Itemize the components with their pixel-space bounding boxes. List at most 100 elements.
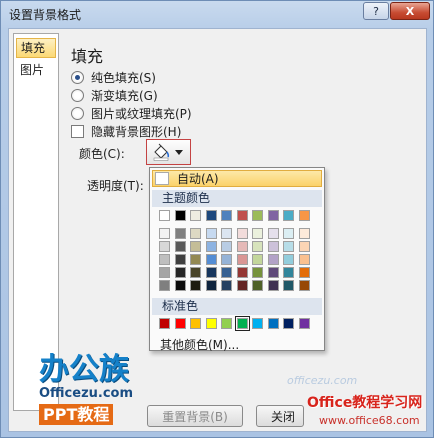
chevron-down-icon: [175, 149, 183, 155]
theme-shade-swatch[interactable]: [205, 254, 217, 265]
theme-shade-swatch[interactable]: [252, 228, 263, 239]
theme-shade-swatch[interactable]: [267, 254, 279, 265]
fill-color-dropdown-button[interactable]: [146, 139, 191, 165]
theme-color-swatch[interactable]: [252, 210, 263, 221]
theme-shade-swatch[interactable]: [205, 241, 217, 252]
standard-color-swatch[interactable]: [252, 318, 263, 329]
theme-shade-swatch[interactable]: [174, 254, 186, 265]
theme-color-swatch[interactable]: [174, 210, 186, 221]
theme-color-swatch[interactable]: [205, 210, 217, 221]
theme-shade-swatch[interactable]: [252, 254, 263, 265]
theme-shade-swatch[interactable]: [267, 228, 279, 239]
theme-shade-swatch[interactable]: [283, 228, 294, 239]
theme-shade-swatch[interactable]: [267, 280, 279, 291]
standard-color-swatch[interactable]: [190, 318, 201, 329]
theme-shade-swatch[interactable]: [283, 254, 294, 265]
automatic-color-swatch: [155, 172, 169, 185]
theme-shade-swatch[interactable]: [221, 254, 232, 265]
theme-shade-swatch[interactable]: [267, 267, 279, 278]
theme-shade-swatch[interactable]: [174, 228, 186, 239]
theme-shade-swatch[interactable]: [159, 241, 170, 252]
theme-shade-swatch[interactable]: [252, 280, 263, 291]
theme-shade-swatch[interactable]: [190, 267, 201, 278]
theme-shade-swatch[interactable]: [205, 228, 217, 239]
theme-shade-swatch[interactable]: [159, 280, 170, 291]
theme-shade-swatch[interactable]: [221, 241, 232, 252]
theme-shade-swatch[interactable]: [298, 228, 310, 239]
logo-main-text: 办公族: [39, 352, 129, 387]
theme-shade-swatch[interactable]: [298, 267, 310, 278]
standard-color-swatch[interactable]: [221, 318, 232, 329]
gradient-fill-option[interactable]: 渐变填充(G): [71, 87, 158, 103]
checkbox-hide-background-graphics[interactable]: [71, 124, 84, 138]
theme-shade-swatch[interactable]: [221, 267, 232, 278]
theme-shade-swatch[interactable]: [174, 241, 186, 252]
theme-shade-swatch[interactable]: [174, 280, 186, 291]
nav-item-fill[interactable]: 填充: [16, 38, 56, 58]
standard-color-swatch[interactable]: [159, 318, 170, 329]
reset-background-button[interactable]: 重置背景(B): [147, 405, 243, 427]
theme-shade-swatch[interactable]: [236, 280, 248, 291]
watermark-office68: officezu.com Office教程学习网 www.office68.co…: [287, 374, 434, 439]
theme-shade-swatch[interactable]: [283, 241, 294, 252]
theme-color-swatch[interactable]: [236, 210, 248, 221]
watermark-brand-text: Office教程学习网: [307, 395, 423, 411]
theme-shade-swatch[interactable]: [298, 254, 310, 265]
theme-shade-swatch[interactable]: [205, 280, 217, 291]
radio-picture-texture-fill[interactable]: [71, 106, 84, 120]
theme-shade-swatch[interactable]: [190, 241, 201, 252]
theme-shade-swatch[interactable]: [221, 280, 232, 291]
theme-color-swatch[interactable]: [283, 210, 294, 221]
color-label: 颜色(C):: [79, 147, 125, 161]
theme-shade-swatch[interactable]: [267, 241, 279, 252]
standard-color-swatch[interactable]: [174, 318, 186, 329]
radio-solid-fill[interactable]: [71, 70, 84, 84]
theme-shade-swatch[interactable]: [283, 280, 294, 291]
theme-shade-swatch[interactable]: [174, 267, 186, 278]
theme-shade-swatch[interactable]: [252, 241, 263, 252]
theme-color-swatch[interactable]: [267, 210, 279, 221]
theme-color-swatch[interactable]: [221, 210, 232, 221]
theme-shade-swatch[interactable]: [190, 228, 201, 239]
theme-color-swatch[interactable]: [159, 210, 170, 221]
watermark-logo-officezu: 办公族 Officezu.com PPT教程: [39, 354, 139, 425]
theme-shade-swatch[interactable]: [236, 267, 248, 278]
help-button[interactable]: ?: [363, 2, 389, 20]
theme-shade-swatch[interactable]: [159, 254, 170, 265]
more-colors-option[interactable]: 其他颜色(M)...: [160, 336, 239, 353]
title-bar: 设置背景格式 ? X: [1, 1, 433, 27]
paint-bucket-icon: [153, 143, 170, 161]
watermark-url-text: www.office68.com: [319, 414, 420, 427]
radio-gradient-fill[interactable]: [71, 88, 84, 102]
color-palette-dropdown: 自动(A) 主题颜色 标准色 其他颜色(M)...: [149, 167, 325, 353]
logo-tag-text: PPT教程: [39, 404, 114, 425]
theme-color-swatch[interactable]: [190, 210, 201, 221]
standard-color-swatch[interactable]: [205, 318, 217, 329]
solid-fill-option[interactable]: 纯色填充(S): [71, 69, 156, 85]
theme-shade-swatch[interactable]: [205, 267, 217, 278]
theme-colors-header: 主题颜色: [152, 190, 322, 207]
theme-shade-swatch[interactable]: [236, 228, 248, 239]
automatic-color-option[interactable]: 自动(A): [152, 170, 322, 187]
theme-shade-swatch[interactable]: [221, 228, 232, 239]
hide-background-graphics-option[interactable]: 隐藏背景图形(H): [71, 123, 181, 139]
standard-color-swatch[interactable]: [283, 318, 294, 329]
theme-shade-swatch[interactable]: [190, 254, 201, 265]
theme-shade-swatch[interactable]: [283, 267, 294, 278]
standard-color-swatch[interactable]: [298, 318, 310, 329]
theme-shade-swatch[interactable]: [159, 228, 170, 239]
theme-color-swatch[interactable]: [298, 210, 310, 221]
theme-shade-swatch[interactable]: [236, 254, 248, 265]
close-window-button[interactable]: X: [390, 2, 430, 20]
standard-color-swatch[interactable]: [267, 318, 279, 329]
theme-shade-swatch[interactable]: [159, 267, 170, 278]
standard-color-swatch[interactable]: [234, 316, 250, 331]
theme-shade-swatch[interactable]: [190, 280, 201, 291]
gradient-fill-label: 渐变填充(G): [91, 88, 158, 103]
theme-shade-swatch[interactable]: [236, 241, 248, 252]
nav-item-picture[interactable]: 图片: [16, 60, 56, 80]
theme-shade-swatch[interactable]: [298, 241, 310, 252]
picture-texture-fill-option[interactable]: 图片或纹理填充(P): [71, 105, 192, 121]
theme-shade-swatch[interactable]: [298, 280, 310, 291]
theme-shade-swatch[interactable]: [252, 267, 263, 278]
